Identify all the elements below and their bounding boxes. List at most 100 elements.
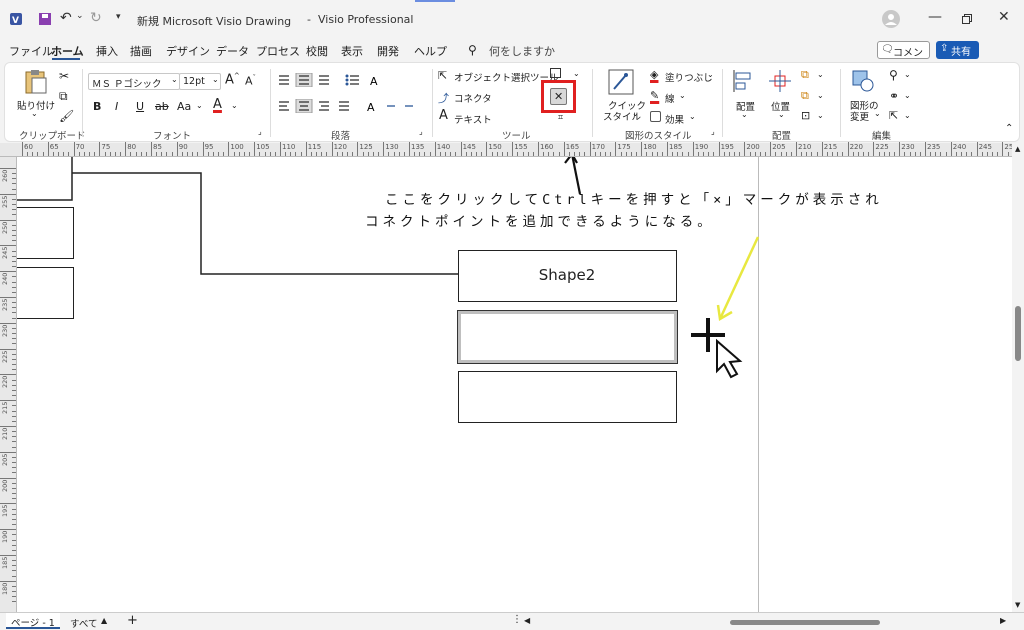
change-shape-label-2[interactable]: 変更 bbox=[850, 109, 869, 123]
menu-review[interactable]: 校閲 bbox=[306, 43, 328, 59]
undo-dropdown-icon[interactable]: ⌄ bbox=[76, 11, 84, 21]
scroll-left-icon[interactable]: ◀ bbox=[524, 616, 530, 625]
connector-tool-icon[interactable]: ⤴ bbox=[438, 90, 449, 106]
share-button[interactable]: ⇪ 共有 bbox=[936, 41, 979, 59]
shape-left-1[interactable] bbox=[17, 207, 74, 259]
shrink-font-icon[interactable]: Aˇ bbox=[245, 74, 256, 88]
menu-design[interactable]: デザイン bbox=[166, 43, 210, 59]
chevron-down-icon[interactable]: ⌄ bbox=[817, 91, 824, 100]
position-icon[interactable] bbox=[768, 69, 792, 93]
menu-home[interactable]: ホーム bbox=[51, 43, 84, 59]
hscroll-thumb[interactable] bbox=[730, 620, 880, 625]
chevron-down-icon[interactable]: ⌄ bbox=[679, 91, 686, 100]
dialog-launcher-icon[interactable]: ⌟ bbox=[258, 127, 262, 136]
find-icon[interactable]: ⚲ bbox=[889, 68, 898, 82]
connection-point-tool-highlight[interactable]: ✕ bbox=[541, 80, 576, 113]
italic-button[interactable]: I bbox=[115, 100, 118, 113]
splitter-icon[interactable]: ⋮ bbox=[512, 614, 522, 625]
redo-icon[interactable]: ↻ bbox=[90, 10, 102, 26]
scroll-down-icon[interactable]: ▼ bbox=[1015, 601, 1020, 609]
dialog-launcher-icon[interactable]: ⌟ bbox=[711, 127, 715, 136]
grow-font-icon[interactable]: A^ bbox=[225, 72, 240, 87]
chevron-down-icon[interactable]: ⌄ bbox=[689, 112, 696, 121]
chevron-down-icon[interactable]: ⌄ bbox=[817, 70, 824, 79]
minimize-icon[interactable]: — bbox=[928, 9, 942, 25]
menu-process[interactable]: プロセス bbox=[256, 43, 300, 59]
comment-icon: 🗨 bbox=[881, 44, 894, 55]
chevron-down-icon[interactable]: ⌄ bbox=[904, 111, 911, 120]
change-case-button[interactable]: Aa bbox=[177, 100, 191, 113]
select-icon[interactable]: ⇱ bbox=[889, 109, 898, 122]
all-pages-button[interactable]: すべて bbox=[70, 616, 97, 630]
align-icon[interactable] bbox=[731, 69, 755, 93]
paste-icon[interactable] bbox=[23, 69, 49, 95]
shape-left-2[interactable] bbox=[17, 267, 74, 319]
font-size-select[interactable]: 12pt ⌄ bbox=[179, 73, 221, 90]
page-tab[interactable]: ページ - 1 bbox=[6, 613, 60, 629]
chevron-down-icon[interactable]: ⌄ bbox=[632, 109, 639, 118]
chevron-down-icon[interactable]: ⌄ bbox=[874, 109, 881, 118]
dialog-launcher-icon[interactable]: ⌟ bbox=[419, 127, 423, 136]
rectangle-tool-icon[interactable] bbox=[550, 68, 561, 78]
line-label[interactable]: 線 bbox=[665, 91, 675, 105]
chevron-down-icon[interactable]: ⌄ bbox=[741, 110, 748, 119]
scroll-up-icon[interactable]: ▲ bbox=[1015, 145, 1020, 153]
menu-help[interactable]: ヘルプ bbox=[414, 43, 447, 59]
chevron-down-icon[interactable]: ⌄ bbox=[778, 110, 785, 119]
tell-me-search[interactable]: 何をしますか bbox=[489, 43, 555, 59]
account-avatar-icon[interactable] bbox=[882, 10, 900, 28]
bold-button[interactable]: B bbox=[93, 100, 101, 113]
chevron-down-icon[interactable]: ⌄ bbox=[817, 111, 824, 120]
menu-data[interactable]: データ bbox=[216, 43, 249, 59]
qat-customize-icon[interactable]: ▾ bbox=[116, 12, 121, 22]
change-shape-icon[interactable] bbox=[851, 69, 875, 93]
chevron-down-icon: ⌄ bbox=[171, 75, 178, 84]
layer-icon[interactable]: ⚭ bbox=[889, 89, 899, 103]
font-color-button[interactable]: A bbox=[213, 97, 222, 112]
save-icon[interactable] bbox=[38, 12, 52, 26]
add-page-button[interactable]: + bbox=[127, 613, 138, 628]
collapse-ribbon-icon[interactable]: ⌃ bbox=[1005, 123, 1013, 134]
scroll-thumb[interactable] bbox=[1015, 306, 1021, 361]
restore-icon[interactable] bbox=[962, 14, 972, 24]
paste-dropdown-icon[interactable]: ⌄ bbox=[31, 109, 38, 118]
comment-button[interactable]: 🗨 コメント bbox=[877, 41, 930, 74]
line-icon[interactable]: ✎ bbox=[650, 89, 659, 102]
drawing-canvas[interactable]: Shape2 ここをクリックしてCtrlキーを押すと「×」マークが表示され コネ… bbox=[17, 157, 1012, 612]
crop-tool-icon[interactable]: ⌗ bbox=[558, 113, 563, 123]
connector-tool-label[interactable]: コネクタ bbox=[454, 91, 492, 105]
chevron-down-icon[interactable]: ⌄ bbox=[904, 70, 911, 79]
group-icon[interactable]: ⊡ bbox=[801, 109, 810, 122]
fill-icon[interactable]: ◈ bbox=[650, 68, 658, 81]
text-tool-label[interactable]: テキスト bbox=[454, 112, 492, 126]
effects-label[interactable]: 効果 bbox=[665, 112, 684, 126]
chevron-down-icon[interactable]: ⌄ bbox=[231, 101, 238, 110]
menu-view[interactable]: 表示 bbox=[341, 43, 363, 59]
chevron-up-icon[interactable]: ▲ bbox=[101, 616, 107, 625]
send-back-icon[interactable]: ⧉ bbox=[801, 89, 809, 103]
text-tool-icon[interactable]: A bbox=[439, 108, 448, 123]
cut-icon[interactable]: ✂ bbox=[59, 69, 69, 83]
underline-button[interactable]: U bbox=[136, 100, 144, 113]
close-icon[interactable]: ✕ bbox=[998, 9, 1010, 25]
font-name-select[interactable]: ＭＳ Ｐゴシック ⌄ bbox=[88, 73, 180, 90]
strikethrough-button[interactable]: ab bbox=[155, 100, 169, 113]
effects-icon[interactable] bbox=[650, 111, 661, 122]
chevron-down-icon[interactable]: ⌄ bbox=[573, 69, 580, 78]
scroll-right-icon[interactable]: ▶ bbox=[1000, 616, 1006, 625]
fill-label[interactable]: 塗りつぶし bbox=[665, 70, 713, 84]
undo-icon[interactable]: ↶ bbox=[60, 10, 72, 26]
bring-front-icon[interactable]: ⧉ bbox=[801, 68, 809, 82]
menu-developer[interactable]: 開発 bbox=[377, 43, 399, 59]
menu-draw[interactable]: 描画 bbox=[130, 43, 152, 59]
menu-file[interactable]: ファイル bbox=[9, 43, 53, 59]
chevron-down-icon[interactable]: ⌄ bbox=[707, 70, 714, 79]
pointer-tool-icon[interactable]: ⇱ bbox=[438, 69, 447, 82]
quick-style-icon[interactable] bbox=[608, 69, 634, 95]
copy-icon[interactable]: ⧉ bbox=[59, 89, 68, 104]
vertical-scrollbar[interactable]: ▲ ▼ bbox=[1012, 143, 1024, 612]
chevron-down-icon[interactable]: ⌄ bbox=[196, 101, 203, 110]
chevron-down-icon[interactable]: ⌄ bbox=[904, 91, 911, 100]
format-painter-icon[interactable]: 🖌 bbox=[59, 109, 74, 123]
menu-insert[interactable]: 挿入 bbox=[96, 43, 118, 59]
